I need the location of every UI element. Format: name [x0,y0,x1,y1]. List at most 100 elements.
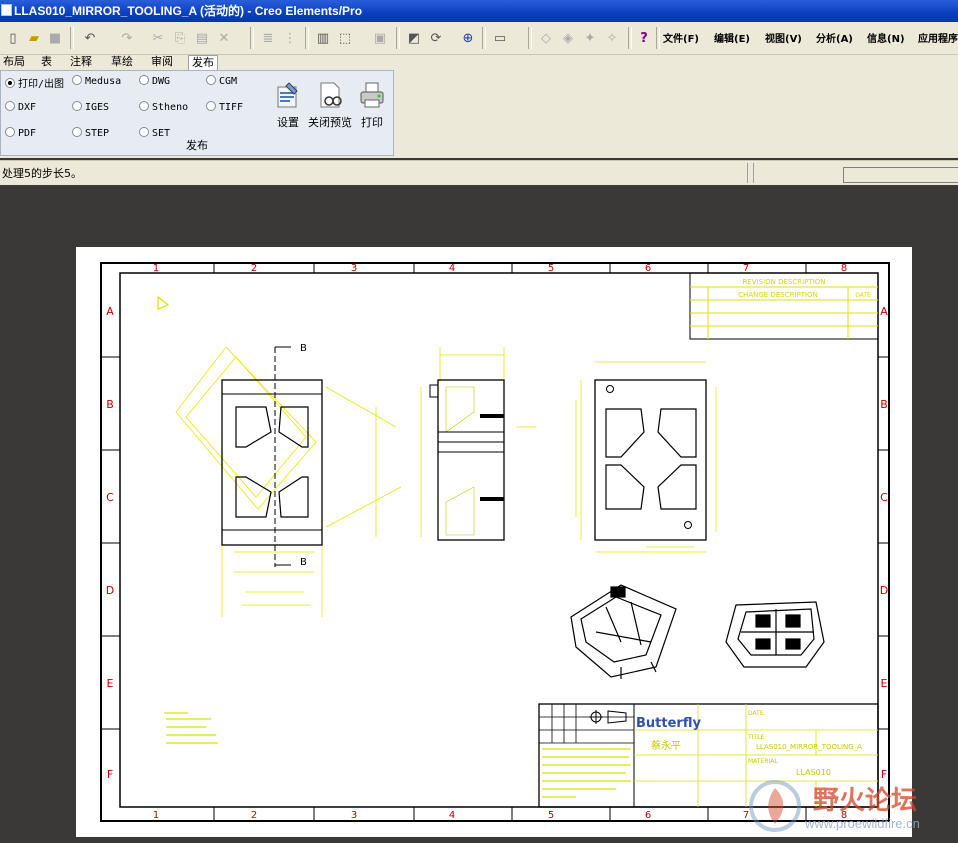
radio-cgm[interactable]: CGM [206,75,237,87]
radio-dot [72,101,82,111]
drawing-sheet[interactable]: 1 2 3 4 5 6 7 8 1 2 3 4 5 6 7 8 A B C D … [76,247,912,837]
copy-icon[interactable]: ⎘ [170,28,190,48]
radio-medusa[interactable]: Medusa [72,75,121,87]
properties-icon[interactable]: ▣ [370,28,390,48]
radio-dot [206,101,216,111]
tab-sketch[interactable]: 草绘 [108,55,136,69]
settings-button[interactable]: 设置 [273,81,303,130]
undo-icon[interactable]: ↶ [80,28,100,48]
zone-row-label: C [880,491,888,504]
radio-print[interactable]: 打印/出图 [5,75,64,90]
zone-col-label: 3 [351,810,357,821]
toolbar-separator [528,27,532,49]
radio-tiff[interactable]: TIFF [206,101,243,113]
paste-icon[interactable]: ▤ [192,28,212,48]
toolbar-separator [628,27,632,49]
radio-dot [5,127,15,137]
ribbon-tabs: 布局 表 注释 草绘 审阅 发布 [0,55,958,70]
drawing-title: LLAS010_MIRROR_TOOLING_A [756,743,862,751]
revision-table: REVISION DESCRIPTION CHANGE DESCRIPTION … [689,272,879,340]
menu-analysis[interactable]: 分析(A) [816,30,853,45]
radio-iges[interactable]: IGES [72,101,109,113]
tab-review[interactable]: 审阅 [148,55,176,69]
forum-watermark: 野火论坛 www.proewildfire.cn [745,776,955,838]
toolbar-separator [482,27,486,49]
select-box-icon[interactable]: ⬚ [335,28,355,48]
tab-layout[interactable]: 布局 [0,55,28,69]
window-title: LLAS010_MIRROR_TOOLING_A (活动的) - Creo El… [14,4,363,18]
zone-col-label: 5 [548,810,554,821]
section-view [420,347,536,541]
revision-date-header: DATE [855,292,871,299]
repaint-icon[interactable]: ◩ [404,28,424,48]
ribbon: 打印/出图 Medusa DWG CGM DXF IGES Stheno TIF… [0,70,958,158]
zoom-icon[interactable]: ⊕ [458,28,478,48]
layer-icon[interactable]: ≣ [258,28,278,48]
radio-dot [5,78,15,88]
revision-change-header: CHANGE DESCRIPTION [738,291,818,299]
zone-row-label: A [106,305,114,318]
zone-col-label: 4 [449,810,455,821]
zone-ticks [101,263,889,821]
owner-name: 蔡永平 [651,739,681,752]
zone-row-label: A [880,305,888,318]
text-style-icon[interactable]: ◇ [536,28,556,48]
menu-file[interactable]: 文件(F) [663,30,699,45]
model-tree-icon[interactable]: ⋮ [280,28,300,48]
dimension-icon[interactable]: ✧ [602,28,622,48]
new-icon[interactable]: ▯ [3,28,23,48]
radio-stheno[interactable]: Stheno [139,101,188,113]
toolbar-separator [70,27,74,49]
save-icon[interactable]: ■ [45,28,65,48]
zone-col-label: 5 [548,263,554,274]
close-preview-label: 关闭预览 [308,116,352,129]
watermark-url: www.proewildfire.cn [805,816,920,831]
selection-filter-field[interactable] [843,167,958,183]
menu-view[interactable]: 视图(V) [765,30,802,45]
hatch-icon[interactable]: ◈ [558,28,578,48]
status-divider [753,163,754,183]
outer-border [100,262,890,822]
find-icon[interactable]: ▥ [313,28,333,48]
printer-icon [360,82,384,108]
zone-col-label: 8 [841,263,847,274]
zone-col-label: 6 [645,810,651,821]
toolbar-separator [250,27,254,49]
drawing-canvas[interactable]: 1 2 3 4 5 6 7 8 1 2 3 4 5 6 7 8 A B C D … [76,247,912,837]
tab-annotate[interactable]: 注释 [67,55,95,69]
zone-row-label: B [880,398,888,411]
redraw-icon[interactable]: ⟳ [426,28,446,48]
menu-info[interactable]: 信息(N) [867,30,905,45]
view-icon[interactable]: ▭ [490,28,510,48]
section-mark: B [300,557,307,568]
isometric-view-1 [570,584,677,679]
window-title-bar[interactable]: LLAS010_MIRROR_TOOLING_A (活动的) - Creo El… [0,0,958,22]
open-icon[interactable]: ▰ [24,28,44,48]
section-mark: B [300,343,307,354]
close-preview-button[interactable]: 关闭预览 [307,81,353,130]
toolbar-separator [396,27,400,49]
close-preview-icon [320,82,342,108]
radio-dwg[interactable]: DWG [139,75,170,87]
symbol-icon[interactable]: ✦ [580,28,600,48]
company-logo: Butterfly [636,716,701,731]
publish-panel: 打印/出图 Medusa DWG CGM DXF IGES Stheno TIF… [0,70,394,156]
zone-col-label: 1 [153,263,159,274]
menu-edit[interactable]: 编辑(E) [714,30,750,45]
status-divider [747,163,748,183]
redo-icon[interactable]: ↷ [117,28,137,48]
tab-table[interactable]: 表 [38,55,55,69]
delete-icon[interactable]: ✕ [214,28,234,48]
cut-icon[interactable]: ✂ [148,28,168,48]
radio-dot [139,75,149,85]
menu-applications[interactable]: 应用程序 [918,30,958,45]
radio-dot [5,101,15,111]
tab-publish[interactable]: 发布 [188,55,218,70]
help-icon[interactable]: ? [634,28,654,48]
print-label: 打印 [361,116,383,129]
zone-col-label: 6 [645,263,651,274]
radio-dot [206,75,216,85]
zone-col-label: 2 [251,810,257,821]
radio-dxf[interactable]: DXF [5,101,36,113]
print-button[interactable]: 打印 [357,81,387,130]
